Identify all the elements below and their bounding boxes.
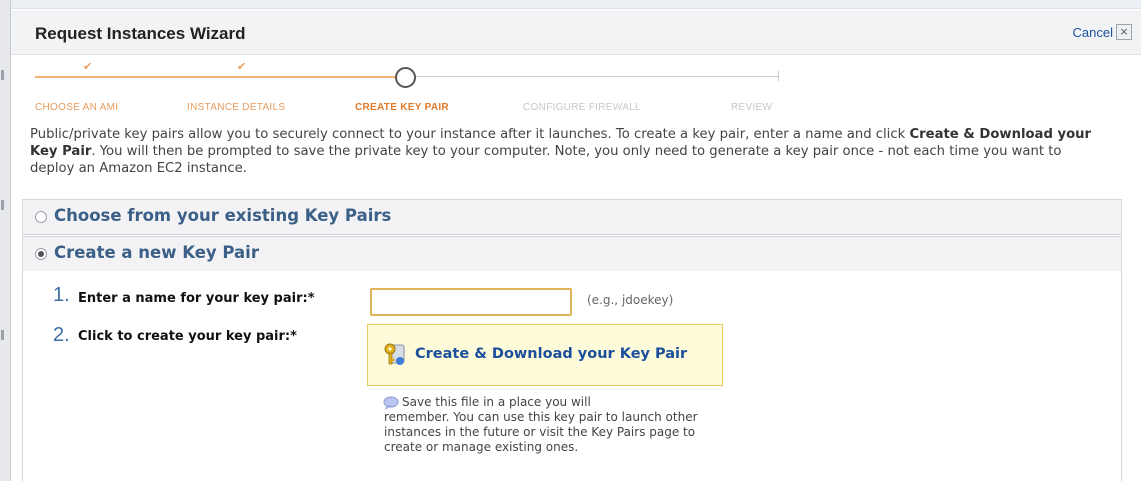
step-choose-ami: CHOOSE AN AMI <box>35 102 119 113</box>
step-create-key-pair: CREATE KEY PAIR <box>355 102 449 113</box>
save-hint-first-line: Save this file in a place you will <box>402 395 591 409</box>
existing-key-pairs-label: Choose from your existing Key Pairs <box>54 206 392 225</box>
existing-key-pairs-radio[interactable] <box>35 211 47 223</box>
progress-line-remaining <box>416 76 779 77</box>
wizard-progress: ✔ ✔ CHOOSE AN AMI INSTANCE DETAILS CREAT… <box>11 54 1141 114</box>
step-review: REVIEW <box>731 102 773 113</box>
close-icon[interactable]: × <box>1116 24 1132 40</box>
intro-text: Public/private key pairs allow you to se… <box>30 126 1110 177</box>
create-key-label: Click to create your key pair:* <box>78 329 297 344</box>
create-download-key-pair-label: Create & Download your Key Pair <box>415 346 688 362</box>
step-number-1: 1. <box>53 284 70 306</box>
key-name-example: (e.g., jdoekey) <box>587 293 674 307</box>
option-existing-key-pairs[interactable]: Choose from your existing Key Pairs <box>22 199 1122 235</box>
dialog-titlebar: Request Instances Wizard Cancel × <box>11 10 1141 55</box>
step-number-2: 2. <box>53 324 70 346</box>
progress-end-tick <box>778 71 779 81</box>
step-configure-firewall: CONFIGURE FIREWALL <box>523 102 641 113</box>
intro-text-part1: Public/private key pairs allow you to se… <box>30 127 906 142</box>
edge-marker <box>1 70 4 80</box>
check-icon: ✔ <box>83 60 93 73</box>
create-key-pair-radio[interactable] <box>35 248 47 260</box>
create-download-key-pair-button[interactable]: Create & Download your Key Pair <box>367 324 723 386</box>
speech-bubble-icon <box>383 396 399 410</box>
key-pair-name-input[interactable] <box>370 288 572 316</box>
check-icon: ✔ <box>237 60 247 73</box>
step-instance-details: INSTANCE DETAILS <box>187 102 286 113</box>
edge-marker <box>1 330 4 340</box>
edge-marker <box>1 200 4 210</box>
key-name-label: Enter a name for your key pair:* <box>78 291 315 306</box>
intro-text-part2: . You will then be prompted to save the … <box>30 144 1062 176</box>
option-create-new-key-pair[interactable]: Create a new Key Pair <box>22 236 1122 272</box>
current-step-marker <box>395 67 416 88</box>
key-icon <box>384 343 405 365</box>
create-key-pair-label: Create a new Key Pair <box>54 243 259 262</box>
radio-selected-dot <box>38 251 44 257</box>
save-hint-text: remember. You can use this key pair to l… <box>384 410 698 454</box>
background-left-edge <box>0 0 11 481</box>
cancel-link[interactable]: Cancel <box>1073 25 1113 40</box>
progress-line-done <box>35 76 395 78</box>
dialog-title: Request Instances Wizard <box>35 24 246 43</box>
background-top-strip <box>0 0 1141 9</box>
